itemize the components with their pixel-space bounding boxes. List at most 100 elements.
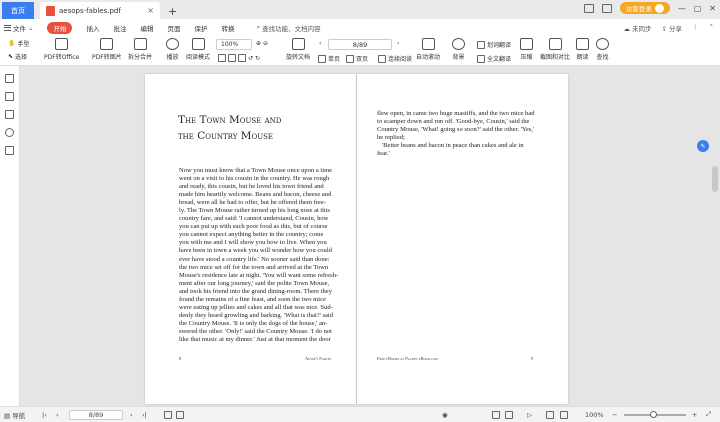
forward-icon[interactable] bbox=[176, 410, 184, 419]
select-tool[interactable]: ⬉ 选择 bbox=[8, 52, 27, 61]
text-line: flew open, in came two huge mastiffs, an… bbox=[377, 110, 535, 117]
prev-page-icon[interactable]: ‹ bbox=[56, 411, 59, 419]
single-page-icon bbox=[318, 54, 326, 63]
thumbnail-icon[interactable] bbox=[5, 92, 14, 101]
rotate-document-button[interactable]: 旋转文档 bbox=[286, 38, 310, 61]
close-window-icon[interactable]: ✕ bbox=[709, 4, 716, 13]
status-page-input[interactable]: 8/89 bbox=[69, 410, 123, 420]
menu-page[interactable]: 页面 bbox=[167, 23, 180, 33]
auto-scroll-icon bbox=[421, 38, 435, 50]
running-header: Aesop's Fables bbox=[305, 356, 332, 361]
single-page-button[interactable]: 单页 bbox=[318, 54, 340, 63]
collapse-ribbon-icon[interactable]: ⌃ bbox=[709, 23, 714, 33]
play-status-icon[interactable]: ▷ bbox=[527, 411, 532, 419]
background-button[interactable]: 背景 bbox=[452, 38, 465, 61]
auto-scroll-button[interactable]: 自动滚动 bbox=[416, 38, 440, 61]
zoom-select[interactable]: 100% bbox=[216, 39, 252, 50]
menu-edit[interactable]: 编辑 bbox=[140, 23, 153, 33]
fit-page-icon[interactable] bbox=[218, 54, 226, 62]
text-line: bread, were all he had to offer, but he … bbox=[179, 199, 326, 207]
signature-icon[interactable] bbox=[5, 146, 14, 155]
double-page-button[interactable]: 双页 bbox=[346, 54, 368, 63]
window-layout-icon[interactable] bbox=[583, 3, 594, 13]
continuous-read-button[interactable]: 连续阅读 bbox=[378, 54, 412, 63]
fit-window-icon[interactable]: ⤢ bbox=[706, 410, 711, 419]
play-button[interactable]: 播放 bbox=[166, 38, 179, 61]
single-view-icon[interactable] bbox=[492, 410, 500, 419]
prev-page-icon[interactable]: ‹ bbox=[319, 40, 321, 47]
text-line: 'Better beans and bacon in peace than ca… bbox=[382, 142, 524, 150]
find-button[interactable]: 查找 bbox=[596, 38, 609, 61]
tab-home[interactable]: 首页 bbox=[2, 2, 34, 19]
image-icon bbox=[100, 38, 114, 50]
login-button[interactable]: 访客登录 bbox=[619, 2, 670, 14]
read-mode-label: 阅读模式 bbox=[186, 54, 211, 61]
attachment-icon[interactable] bbox=[5, 128, 14, 137]
tablet-mode-icon[interactable] bbox=[601, 3, 612, 13]
file-menu[interactable]: 文件 ⌄ bbox=[4, 23, 33, 33]
maximize-icon[interactable]: ▢ bbox=[694, 4, 702, 13]
eye-mode-icon[interactable]: ◉ bbox=[442, 411, 448, 419]
new-tab-button[interactable]: + bbox=[168, 5, 177, 18]
text-line: ly. The Town Mouse rather turned up his … bbox=[179, 207, 330, 215]
fit-width-icon[interactable] bbox=[228, 54, 236, 62]
actual-size-icon[interactable] bbox=[238, 54, 246, 62]
split-merge-button[interactable]: 拆分合并 bbox=[128, 38, 152, 61]
navigation-toggle[interactable]: ▤ 导航 bbox=[4, 410, 25, 420]
menu-insert[interactable]: 插入 bbox=[86, 23, 99, 33]
share-button[interactable]: ⇪ 分享 bbox=[662, 23, 683, 33]
fit-status-icon[interactable] bbox=[546, 410, 554, 419]
back-icon[interactable] bbox=[164, 410, 172, 419]
page-number-value: 8/89 bbox=[352, 40, 368, 49]
bookmark-icon[interactable] bbox=[5, 74, 14, 83]
document-viewer[interactable]: The Town Mouse and the Country Mouse Now… bbox=[20, 66, 718, 406]
word-translate-button[interactable]: 划词翻译 bbox=[477, 40, 511, 49]
next-page-icon[interactable]: › bbox=[130, 411, 133, 419]
rotate-right-icon[interactable]: ↻ bbox=[255, 55, 260, 62]
close-tab-icon[interactable]: × bbox=[147, 6, 154, 15]
function-search[interactable]: ⌕ 查找功能、文档内容 bbox=[256, 23, 320, 33]
pdf-to-image-button[interactable]: PDF转图片 bbox=[92, 38, 122, 61]
more-icon[interactable]: ⋮ bbox=[692, 23, 699, 33]
minimize-icon[interactable]: — bbox=[678, 4, 686, 13]
compress-button[interactable]: 压缩 bbox=[520, 38, 533, 61]
menu-convert[interactable]: 转换 bbox=[221, 23, 234, 33]
zoom-slider-knob[interactable] bbox=[649, 411, 657, 418]
menu-annotate[interactable]: 批注 bbox=[113, 23, 126, 33]
last-page-icon[interactable]: ›| bbox=[142, 411, 147, 419]
assistant-float-button[interactable]: ✎ bbox=[697, 140, 709, 152]
eye-icon bbox=[452, 38, 465, 50]
screenshot-compare-button[interactable]: 截图和对比 bbox=[540, 38, 570, 61]
tab-document[interactable]: aesops-fables.pdf × bbox=[40, 2, 160, 19]
fullscreen-icon[interactable] bbox=[560, 410, 568, 419]
rotate-left-icon[interactable]: ↺ bbox=[248, 55, 253, 62]
read-aloud-label: 朗读 bbox=[576, 54, 589, 61]
page-number-input[interactable]: 8/89 bbox=[328, 39, 392, 50]
rotate-icon bbox=[291, 38, 305, 50]
text-line: you can put up with such poor food as th… bbox=[179, 223, 328, 231]
full-translate-button[interactable]: 全文翻译 bbox=[477, 54, 511, 63]
pdf-to-office-button[interactable]: PDF转Office bbox=[44, 38, 79, 61]
zoom-out-status-icon[interactable]: − bbox=[612, 411, 617, 419]
zoom-in-status-icon[interactable]: + bbox=[692, 411, 697, 419]
double-view-icon[interactable] bbox=[505, 410, 513, 419]
read-mode-button[interactable]: 阅读模式 bbox=[186, 38, 210, 61]
zoom-out-icon[interactable]: ⊖ bbox=[263, 40, 268, 47]
menu-start[interactable]: 开始 bbox=[47, 21, 73, 34]
menu-protect[interactable]: 保护 bbox=[194, 23, 207, 33]
find-label: 查找 bbox=[596, 54, 609, 61]
fable-title: The Town Mouse and the Country Mouse bbox=[178, 112, 328, 144]
function-search-label: 查找功能、文档内容 bbox=[262, 24, 321, 33]
hand-tool[interactable]: ✋ 手型 bbox=[8, 39, 30, 48]
next-page-icon[interactable]: › bbox=[397, 40, 399, 47]
first-page-icon[interactable]: |‹ bbox=[42, 411, 47, 419]
continuous-read-label: 连续阅读 bbox=[388, 56, 413, 63]
sync-status[interactable]: ☁ 未同步 bbox=[623, 23, 651, 33]
comment-icon[interactable] bbox=[5, 110, 14, 119]
zoom-in-icon[interactable]: ⊕ bbox=[256, 40, 261, 47]
status-zoom[interactable]: 100% bbox=[585, 411, 604, 419]
page-body-text: flew open, in came two huge mastiffs, an… bbox=[377, 110, 535, 158]
read-aloud-button[interactable]: 朗读 bbox=[576, 38, 589, 61]
vertical-scrollbar[interactable] bbox=[712, 166, 718, 192]
page-footer-credit: Free eBooks at Planet eBook.com bbox=[377, 356, 438, 361]
